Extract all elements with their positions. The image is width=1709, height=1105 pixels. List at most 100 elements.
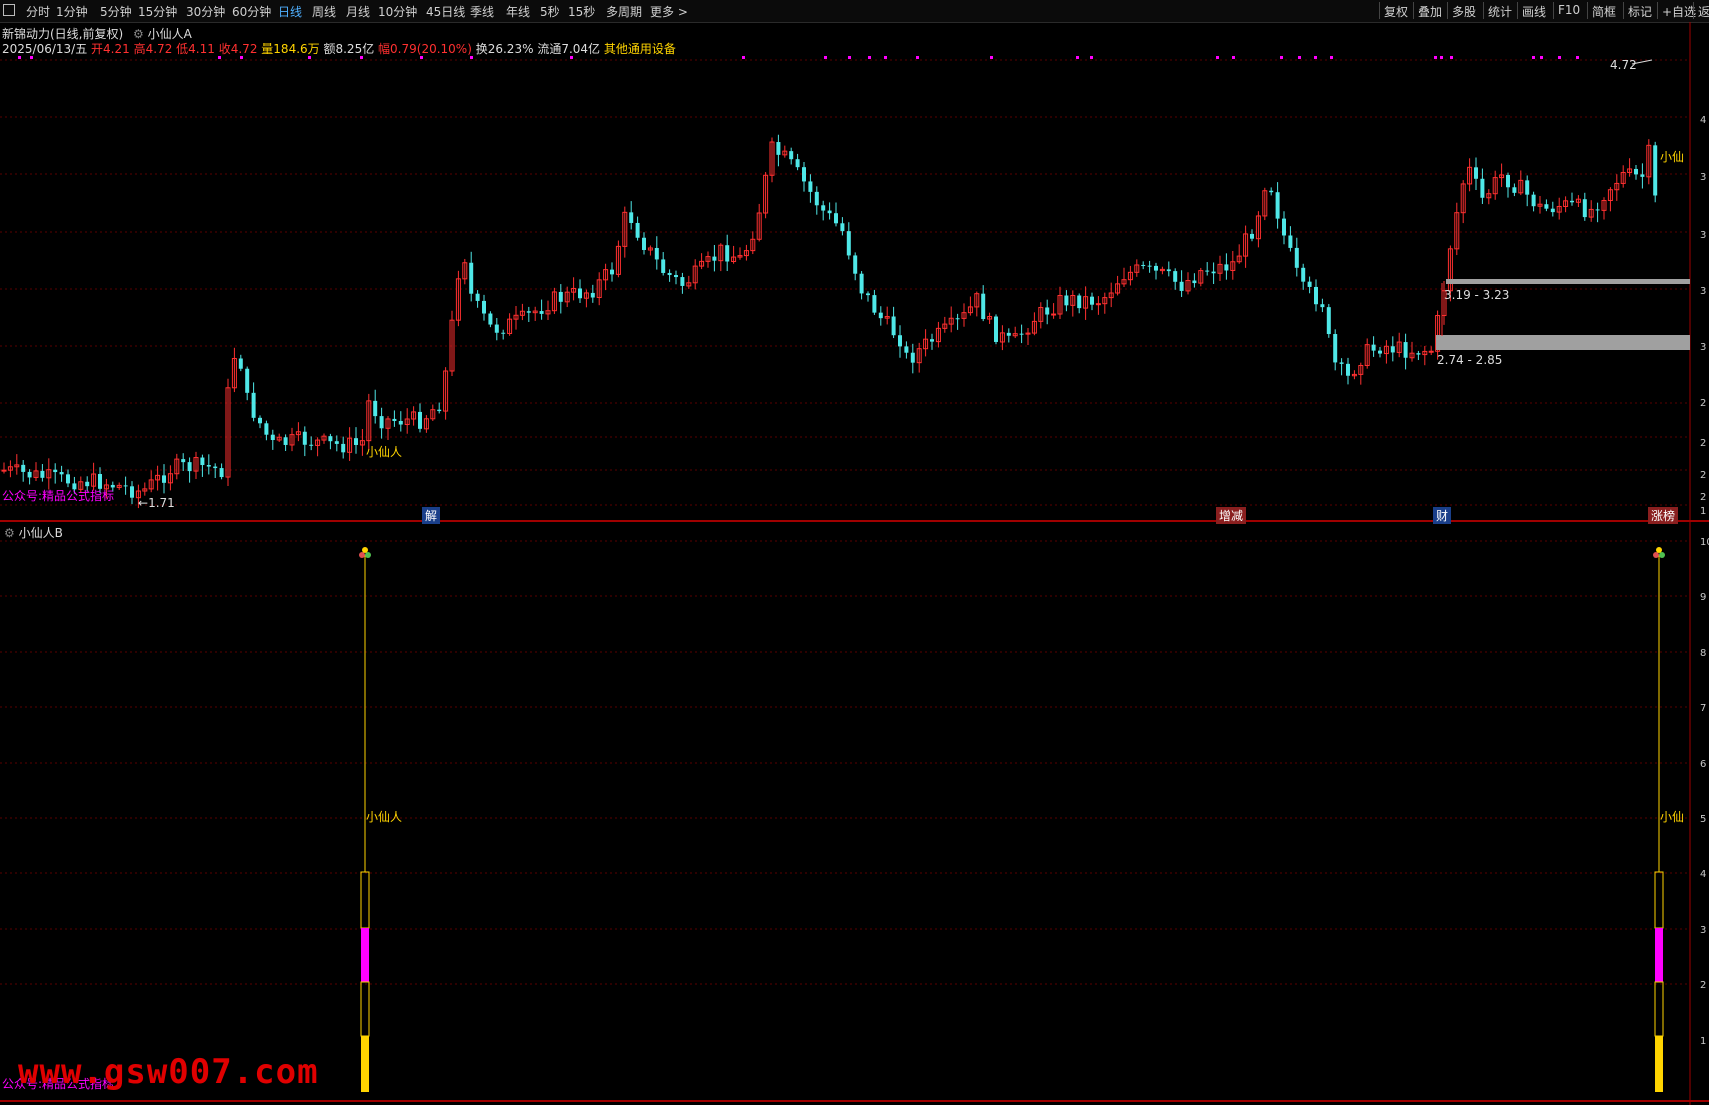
candle-body-down	[642, 237, 646, 250]
candle-body-down	[725, 245, 730, 262]
candle-body-down	[482, 300, 486, 314]
candle-body-down	[40, 470, 45, 478]
candle-body-down	[846, 231, 851, 256]
candle-body-down	[418, 411, 422, 429]
candle-body-down	[802, 167, 806, 182]
signal-dot	[1280, 56, 1283, 59]
candle-body-down	[1045, 307, 1050, 315]
main-axis-label: 2	[1700, 438, 1707, 449]
candle-body-down	[200, 457, 205, 466]
candle-body-down	[488, 313, 493, 325]
high-price-label: 4.72	[1610, 58, 1637, 72]
candle-body-down	[1390, 346, 1395, 353]
sub-axis-label: 2	[1700, 980, 1707, 991]
signal-bar-magenta	[361, 928, 369, 982]
signal-dot	[916, 56, 919, 59]
candle-body-down	[808, 181, 813, 192]
candle-body-down	[821, 205, 826, 211]
candle-body-down	[891, 316, 896, 336]
candle-body-down	[1090, 296, 1094, 305]
candle-body-down	[1326, 307, 1331, 335]
candle-body-down	[354, 438, 358, 445]
event-marker-jie[interactable]: 解	[422, 507, 441, 524]
candle-body-down	[85, 481, 90, 487]
candle-body-down	[629, 212, 634, 223]
candle-body-down	[814, 191, 819, 206]
signal-marker-icon	[359, 552, 365, 558]
candle-body-down	[334, 441, 339, 444]
main-watermark-text: 公众号:精品公式指标	[2, 489, 115, 503]
candle-body-down	[898, 335, 902, 347]
signal-dot	[470, 56, 473, 59]
candle-body-down	[1275, 192, 1280, 219]
candle-body-down	[187, 462, 192, 472]
candle-body-down	[1339, 362, 1344, 364]
candle-body-down	[1378, 350, 1382, 354]
signal-bar-yellow	[1655, 1036, 1663, 1092]
event-marker-zengjian[interactable]: 增减	[1216, 507, 1247, 524]
signal-dot	[1298, 56, 1301, 59]
candle-body-down	[635, 222, 640, 238]
candle-body-down	[398, 420, 403, 425]
signal-dot	[1532, 56, 1535, 59]
candle-body-down	[213, 466, 218, 469]
candle-body-down	[1250, 233, 1254, 239]
candle-body-down	[1416, 353, 1421, 355]
main-axis-label: 3	[1700, 286, 1707, 297]
signal-label-sub-2: 小仙	[1660, 810, 1685, 824]
candle-body-down	[1269, 190, 1274, 193]
candle-body-down	[1166, 269, 1171, 272]
candle-body-down	[539, 311, 544, 314]
event-marker-cai[interactable]: 财	[1433, 507, 1452, 524]
candle-body-down	[258, 417, 262, 424]
candle-body-down	[270, 434, 275, 441]
signal-marker-icon	[1653, 552, 1659, 558]
candle-body-down	[1301, 267, 1306, 282]
candle-body-down	[712, 256, 717, 261]
candle-body-down	[654, 247, 659, 260]
main-axis-label: 2	[1700, 470, 1707, 481]
candle-body-down	[283, 437, 288, 445]
candle-body-down	[328, 436, 333, 442]
signal-bar-outline	[360, 871, 370, 929]
candle-body-down	[379, 416, 384, 429]
signal-bar-outline	[360, 981, 370, 1037]
candle-body-down	[853, 255, 858, 274]
sub-settings-icon[interactable]: ⚙	[4, 526, 15, 540]
candle-body-down	[1525, 180, 1530, 195]
kline-chart[interactable]	[0, 0, 1709, 1105]
candle-body-down	[1653, 145, 1658, 196]
candle-body-down	[206, 465, 211, 467]
event-marker-zhangbang[interactable]: 涨榜	[1648, 507, 1679, 524]
main-axis-label: 2	[1700, 398, 1707, 409]
candle-body-down	[1006, 332, 1011, 336]
candle-body-down	[181, 459, 186, 463]
candle-body-down	[795, 159, 800, 168]
candle-body-down	[341, 443, 346, 453]
candle-body-down	[1531, 194, 1536, 207]
signal-marker-icon	[1659, 552, 1665, 558]
sub-axis-label: 4	[1700, 869, 1707, 880]
candle-body-down	[1403, 342, 1408, 358]
signal-bar-outline	[1654, 871, 1664, 929]
signal-dot	[240, 56, 243, 59]
signal-dot	[1232, 56, 1235, 59]
candle-body-down	[1595, 209, 1600, 211]
candle-body-down	[1179, 281, 1184, 291]
candle-body-down	[130, 486, 134, 498]
candle-body-down	[910, 352, 915, 363]
signal-dot	[1076, 56, 1079, 59]
zone-upper-label: 3.19 - 3.23	[1444, 288, 1510, 302]
candle-body-down	[878, 312, 883, 319]
candle-body-down	[1474, 167, 1478, 179]
signal-bar-yellow	[361, 1036, 369, 1092]
candle-body-down	[1506, 174, 1510, 188]
candle-body-down	[667, 272, 672, 276]
signal-marker-icon	[365, 552, 371, 558]
candle-body-down	[955, 318, 960, 320]
sub-chart-title[interactable]: ⚙ 小仙人B	[4, 524, 63, 541]
signal-dot	[1330, 56, 1333, 59]
candle-body-down	[469, 262, 474, 294]
candle-body-down	[21, 464, 26, 472]
candle-body-down	[1550, 208, 1555, 213]
